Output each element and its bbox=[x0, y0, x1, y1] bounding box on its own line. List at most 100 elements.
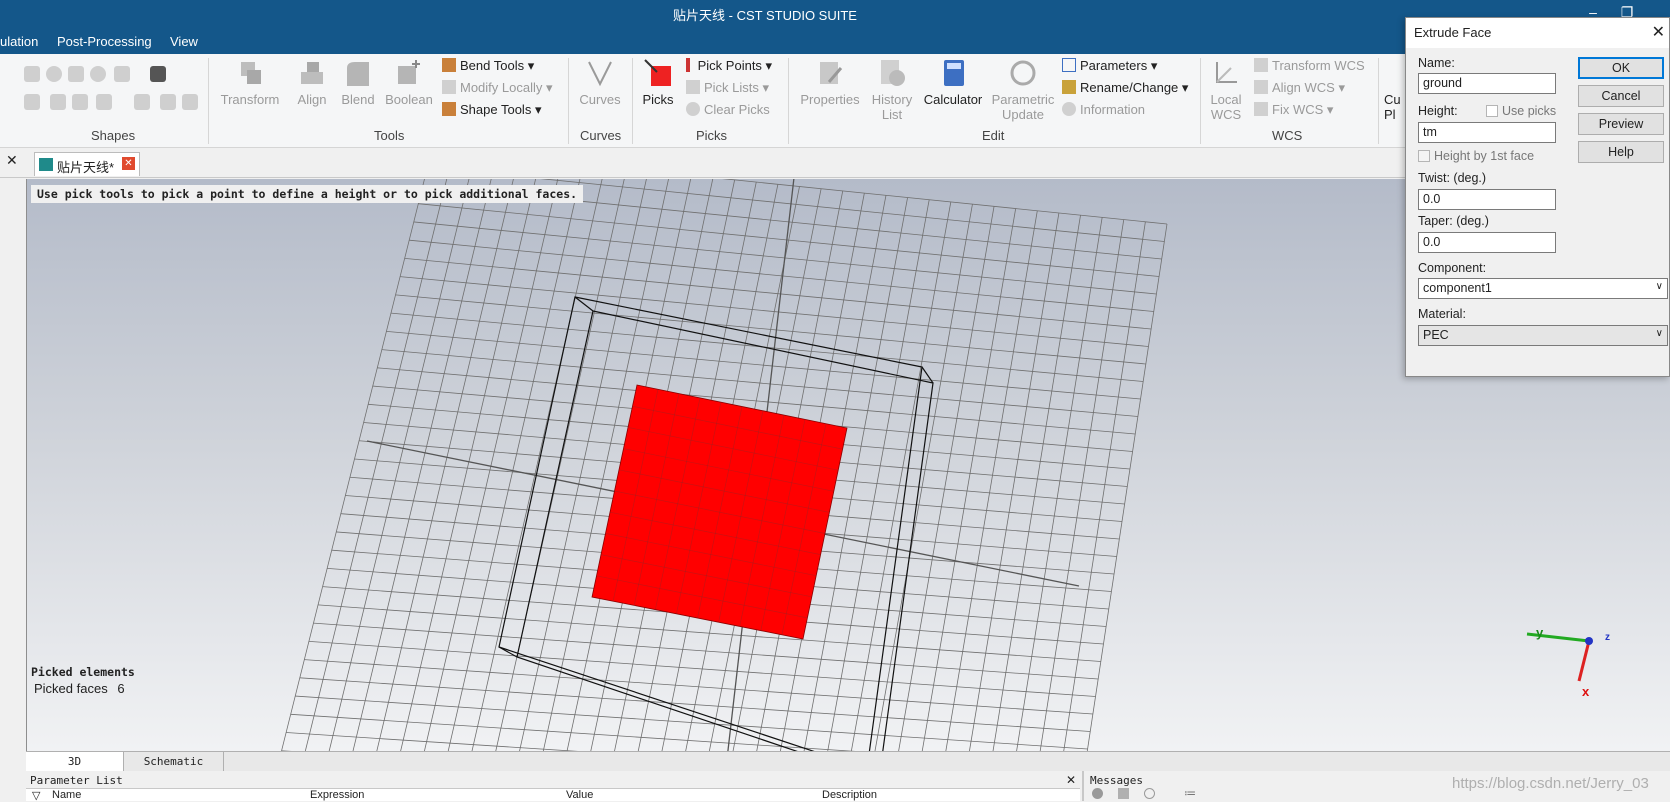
cut-plane-label-1: Cu bbox=[1384, 92, 1406, 107]
transform-wcs-button[interactable]: Transform WCS bbox=[1254, 58, 1365, 73]
menu-simulation[interactable]: ulation bbox=[0, 34, 38, 49]
close-tab-icon[interactable]: ✕ bbox=[122, 157, 135, 170]
align-wcs-icon bbox=[1254, 80, 1268, 94]
extrude-icon[interactable] bbox=[150, 66, 166, 82]
window-title: 贴片天线 - CST STUDIO SUITE bbox=[0, 5, 1530, 24]
col-name[interactable]: Name bbox=[52, 789, 81, 801]
use-picks-box[interactable] bbox=[1486, 105, 1498, 117]
bend-tools-label: Bend Tools bbox=[460, 58, 524, 73]
align-icon bbox=[297, 58, 327, 88]
col-expression[interactable]: Expression bbox=[310, 789, 364, 801]
torus-icon[interactable] bbox=[90, 66, 106, 82]
properties-button[interactable]: Properties bbox=[798, 58, 862, 107]
close-panel-icon[interactable]: ✕ bbox=[1066, 773, 1076, 787]
calculator-label: Calculator bbox=[922, 92, 984, 107]
rotate-icon[interactable] bbox=[24, 94, 40, 110]
chevron-down-icon: ∨ bbox=[1656, 281, 1663, 292]
close-pane-icon[interactable]: ✕ bbox=[6, 152, 18, 169]
twist-input[interactable]: 0.0 bbox=[1418, 189, 1556, 210]
name-input[interactable]: ground bbox=[1418, 73, 1556, 94]
extrude-curve-icon[interactable] bbox=[96, 94, 112, 110]
boolean-button[interactable]: Boolean bbox=[384, 58, 434, 107]
rename-change-button[interactable]: Rename/Change ▾ bbox=[1062, 80, 1188, 96]
shape-tools-label: Shape Tools bbox=[460, 102, 531, 117]
clear-messages-icon[interactable]: ≔ bbox=[1184, 786, 1196, 800]
clear-picks-button[interactable]: Clear Picks bbox=[686, 102, 770, 117]
loft-icon[interactable] bbox=[50, 94, 66, 110]
extrude-face-dialog: Extrude Face ✕ Name: ground Height: Use … bbox=[1405, 17, 1670, 377]
shape-more-icon[interactable] bbox=[114, 66, 130, 82]
use-picks-checkbox[interactable]: Use picks bbox=[1486, 104, 1556, 118]
history-list-button[interactable]: History List bbox=[868, 58, 916, 122]
grid-line bbox=[291, 714, 1085, 751]
align-wcs-button[interactable]: Align WCS ▾ bbox=[1254, 80, 1345, 96]
group-label-shapes: Shapes bbox=[91, 128, 135, 143]
param-update-label-2: Update bbox=[990, 107, 1056, 122]
sphere-icon[interactable] bbox=[46, 66, 62, 82]
taper-input[interactable]: 0.0 bbox=[1418, 232, 1556, 253]
clear-picks-icon bbox=[686, 102, 700, 116]
picked-elements-panel: Picked elements Picked faces 6 bbox=[31, 665, 135, 696]
group-separator bbox=[568, 58, 569, 144]
parameters-icon bbox=[1062, 58, 1076, 72]
local-wcs-button[interactable]: Local WCS bbox=[1206, 58, 1246, 122]
preview-button[interactable]: Preview bbox=[1578, 113, 1664, 135]
menu-post-processing[interactable]: Post-Processing bbox=[57, 34, 152, 49]
bondwire-icon[interactable] bbox=[182, 94, 198, 110]
pick-points-button[interactable]: Pick Points ▾ bbox=[686, 58, 772, 74]
cut-plane-icon bbox=[1384, 58, 1406, 92]
menu-view[interactable]: View bbox=[170, 34, 198, 49]
height-input[interactable]: tm bbox=[1418, 122, 1556, 143]
param-update-label-1: Parametric bbox=[990, 92, 1056, 107]
document-icon bbox=[39, 158, 53, 171]
sweep-icon[interactable] bbox=[72, 94, 88, 110]
pick-lists-button[interactable]: Pick Lists ▾ bbox=[686, 80, 769, 96]
clear-picks-label: Clear Picks bbox=[704, 102, 770, 117]
error-filter-icon[interactable] bbox=[1092, 788, 1103, 799]
align-button[interactable]: Align bbox=[292, 58, 332, 107]
help-button[interactable]: Help bbox=[1578, 141, 1664, 163]
curves-button[interactable]: Curves bbox=[576, 58, 624, 107]
cancel-button[interactable]: Cancel bbox=[1578, 85, 1664, 107]
warning-filter-icon[interactable] bbox=[1118, 788, 1129, 799]
component-value: component1 bbox=[1423, 281, 1492, 295]
modify-locally-button[interactable]: Modify Locally ▾ bbox=[442, 80, 553, 96]
tab-3d[interactable]: 3D bbox=[26, 752, 124, 771]
grid-line bbox=[277, 179, 432, 751]
cone-icon[interactable] bbox=[68, 66, 84, 82]
parameters-button[interactable]: Parameters ▾ bbox=[1062, 58, 1157, 74]
shape-tools-button[interactable]: Shape Tools ▾ bbox=[442, 102, 541, 118]
information-button[interactable]: Information bbox=[1062, 102, 1145, 117]
parametric-update-button[interactable]: Parametric Update bbox=[990, 58, 1056, 122]
col-description[interactable]: Description bbox=[822, 789, 877, 801]
col-value[interactable]: Value bbox=[566, 789, 593, 801]
transform-button[interactable]: Transform bbox=[220, 58, 280, 107]
picks-button[interactable]: Picks bbox=[638, 58, 678, 107]
info-filter-icon[interactable] bbox=[1144, 788, 1155, 799]
blend-icon bbox=[343, 58, 373, 88]
bend-tools-button[interactable]: Bend Tools ▾ bbox=[442, 58, 534, 74]
tab-patch-antenna[interactable]: 贴片天线* ✕ bbox=[34, 152, 140, 176]
brick-icon[interactable] bbox=[24, 66, 40, 82]
picks-icon bbox=[643, 58, 673, 88]
cut-plane-button[interactable]: Cu Pl bbox=[1384, 58, 1406, 122]
align-wcs-label: Align WCS bbox=[1272, 80, 1335, 95]
height-first-face-label: Height by 1st face bbox=[1434, 149, 1534, 163]
component-select[interactable]: component1 ∨ bbox=[1418, 278, 1668, 299]
tab-schematic[interactable]: Schematic bbox=[124, 752, 224, 771]
material-select[interactable]: PEC ∨ bbox=[1418, 325, 1668, 346]
grid-line bbox=[309, 641, 1096, 696]
blend-button[interactable]: Blend bbox=[338, 58, 378, 107]
wire-icon[interactable] bbox=[160, 94, 176, 110]
dialog-close-icon[interactable]: ✕ bbox=[1652, 22, 1665, 42]
picked-faces-label: Picked faces bbox=[34, 681, 108, 696]
transform-wcs-label: Transform WCS bbox=[1272, 58, 1365, 73]
filter-icon[interactable]: ▽ bbox=[32, 789, 40, 802]
ok-button[interactable]: OK bbox=[1578, 57, 1664, 79]
height-first-face-box[interactable] bbox=[1418, 150, 1430, 162]
calculator-button[interactable]: Calculator bbox=[922, 58, 984, 107]
fix-wcs-button[interactable]: Fix WCS ▾ bbox=[1254, 102, 1333, 118]
grid-line bbox=[983, 215, 1081, 751]
trace-icon[interactable] bbox=[134, 94, 150, 110]
height-first-face-checkbox[interactable]: Height by 1st face bbox=[1418, 149, 1534, 163]
